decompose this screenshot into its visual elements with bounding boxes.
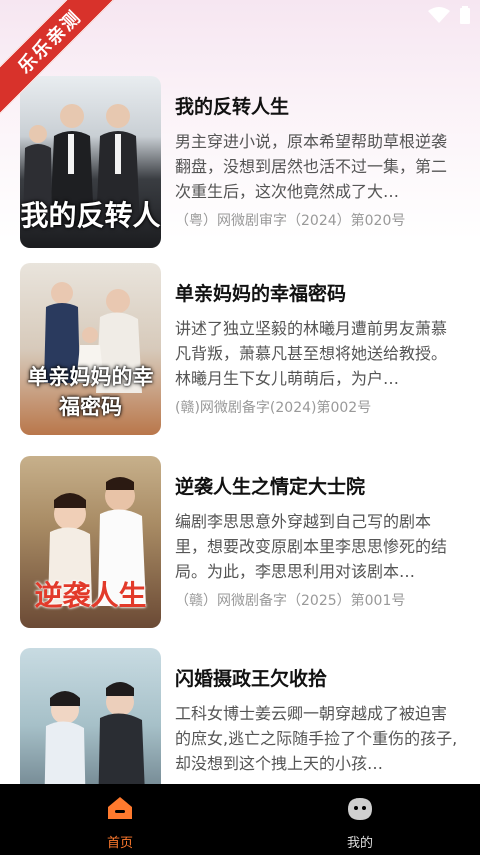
item-title: 闪婚摄政王欠收拾 [175, 668, 328, 690]
nav-home[interactable]: 首页 [0, 784, 240, 855]
bottom-navigation: 首页 我的 [0, 784, 480, 855]
item-license: （赣）网微剧备字（2025）第001号 [175, 593, 406, 609]
item-description: 讲述了独立坚毅的林曦月遭前男友萧慕凡背叛，萧慕凡甚至想将她送给教授。林曦月生下女… [175, 319, 448, 388]
nav-mine-label: 我的 [346, 836, 373, 851]
poster-image: 单亲妈妈的幸福密码 [20, 263, 161, 435]
poster-title: 逆袭人生 [34, 579, 147, 612]
item-title: 逆袭人生之情定大士院 [175, 476, 366, 498]
item-description: 男主穿进小说，原本希望帮助草根逆袭翻盘，没想到居然也活不过一集，第二次重生后，这… [175, 132, 448, 201]
poster-title: 单亲妈妈的幸福密码 [27, 365, 154, 419]
poster-image: 我的反转人 [20, 76, 161, 248]
list-item[interactable]: 单亲妈妈的幸福密码 单亲妈妈的幸福密码 讲述了独立坚毅的林曦月遭前男友萧慕凡背叛… [20, 263, 460, 435]
wifi-icon [428, 7, 450, 23]
nav-mine[interactable]: 我的 [240, 784, 480, 855]
item-license: （粤）网微剧审字（2024）第020号 [175, 213, 406, 229]
list-item[interactable]: 我的反转人 我的反转人生 男主穿进小说，原本希望帮助草根逆袭翻盘，没想到居然也活… [20, 76, 460, 248]
item-title: 我的反转人生 [175, 96, 290, 118]
poster-title: 我的反转人 [20, 199, 161, 232]
profile-icon [348, 798, 372, 820]
item-title: 单亲妈妈的幸福密码 [175, 283, 347, 305]
list-item[interactable]: 逆袭人生 逆袭人生之情定大士院 编剧李思思意外穿越到自己写的剧本里，想要改变原剧… [20, 456, 460, 628]
battery-icon [460, 6, 470, 24]
nav-home-label: 首页 [106, 836, 133, 851]
item-description: 工科女博士姜云卿一朝穿越成了被迫害的庶女,逃亡之际随手捡了个重伤的孩子,却没想到… [175, 704, 458, 773]
poster-image: 逆袭人生 [20, 456, 161, 628]
item-license: (赣)网微剧备字(2024)第002号 [175, 400, 372, 416]
home-icon [108, 797, 132, 819]
item-description: 编剧李思思意外穿越到自己写的剧本里，想要改变原剧本里李思思惨死的结局。为此，李思… [175, 512, 448, 581]
